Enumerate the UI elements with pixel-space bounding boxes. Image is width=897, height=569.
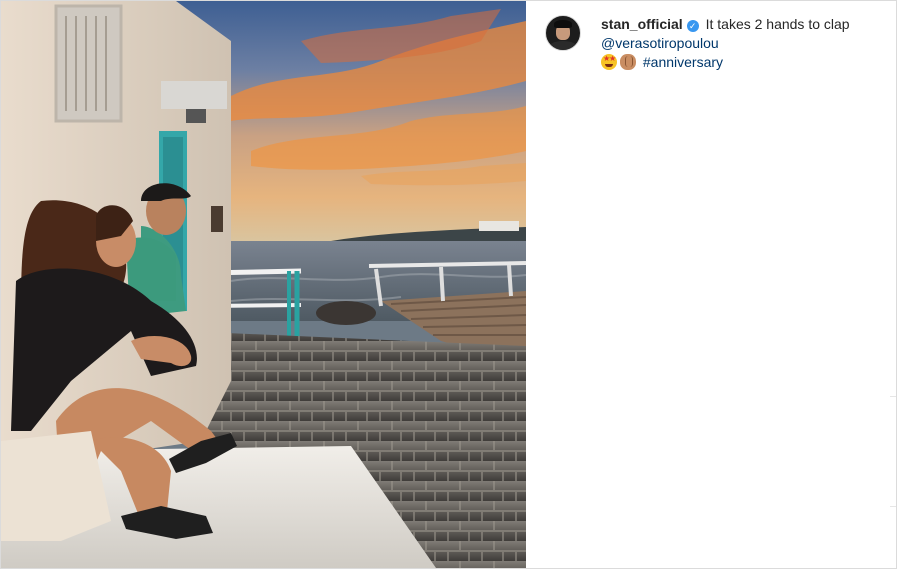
caption: stan_official ✓ It takes 2 hands to clap … — [601, 15, 850, 72]
post-image — [1, 1, 526, 568]
clapping-hands-emoji-icon — [620, 54, 636, 70]
divider — [890, 506, 896, 507]
mention-link[interactable]: @verasotiropoulou — [601, 35, 719, 51]
post-sidebar: stan_official ✓ It takes 2 hands to clap … — [527, 1, 896, 568]
avatar-hair — [554, 20, 572, 28]
divider — [890, 396, 896, 397]
username-link[interactable]: stan_official — [601, 16, 683, 32]
avatar[interactable] — [545, 15, 581, 51]
verified-badge-icon: ✓ — [686, 20, 699, 32]
caption-row: stan_official ✓ It takes 2 hands to clap … — [545, 15, 884, 72]
star-struck-emoji-icon — [601, 54, 617, 70]
caption-text: It takes 2 hands to clap — [705, 16, 850, 32]
instagram-post: stan_official ✓ It takes 2 hands to clap … — [0, 0, 897, 569]
avatar-shoulders — [548, 41, 578, 50]
hashtag-link[interactable]: #anniversary — [643, 54, 723, 70]
post-photo[interactable] — [1, 1, 526, 568]
